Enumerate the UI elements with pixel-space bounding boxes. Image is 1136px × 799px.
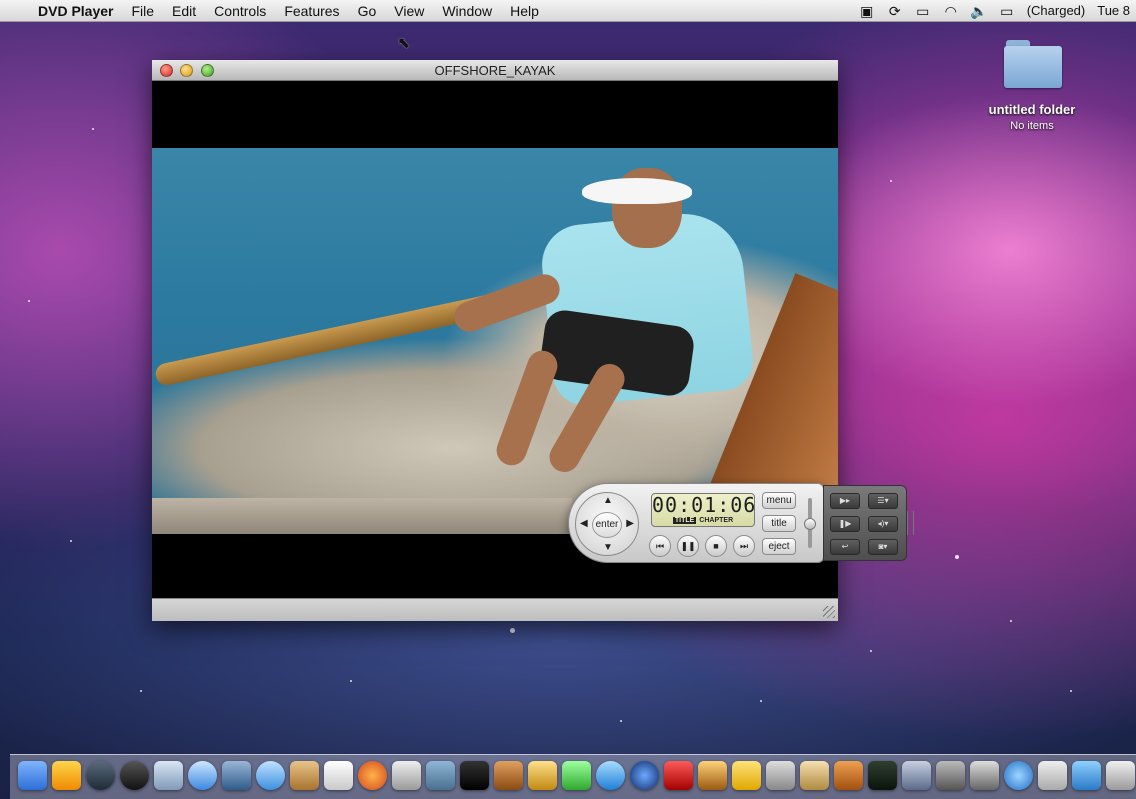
folder-name: untitled folder (988, 102, 1076, 117)
quicktime-icon[interactable] (596, 761, 625, 790)
battery-icon[interactable]: ▭ (993, 0, 1021, 22)
photo-booth-icon[interactable] (800, 761, 829, 790)
ichat-icon[interactable] (562, 761, 591, 790)
clock[interactable]: Tue 8 (1091, 0, 1136, 22)
folder-icon (1002, 40, 1062, 88)
safari-icon[interactable] (188, 761, 217, 790)
linked-app-icon[interactable] (52, 761, 81, 790)
next-chapter-button[interactable]: ⏭ (733, 535, 755, 557)
menu-edit[interactable]: Edit (163, 0, 205, 22)
navigation-pad[interactable]: ▲ ▼ ◀ ▶ enter (575, 492, 639, 556)
time-display[interactable]: 00:01:06 TITLE CHAPTER (651, 493, 755, 527)
google-earth-icon[interactable] (630, 761, 659, 790)
system-utility-icon[interactable] (766, 761, 795, 790)
sync-icon[interactable]: ⟳ (881, 0, 909, 22)
lcd-chapter-label: CHAPTER (699, 517, 734, 524)
window-bottom-bar (152, 598, 838, 621)
activity-monitor-icon[interactable] (868, 761, 897, 790)
menu-file[interactable]: File (122, 0, 163, 22)
return-icon[interactable]: ↩ (830, 539, 860, 555)
video-frame[interactable] (152, 148, 838, 534)
folder-item-count: No items (1010, 120, 1054, 132)
dvd-player-icon[interactable] (1106, 761, 1135, 790)
preview-icon[interactable] (154, 761, 183, 790)
menu-bar: DVD Player File Edit Controls Features G… (0, 0, 1136, 22)
arrow-left-icon[interactable]: ◀ (580, 518, 588, 529)
desktop-folder[interactable]: untitled folder No items (982, 40, 1082, 132)
script-editor-icon[interactable] (902, 761, 931, 790)
display-icon[interactable]: ▭ (909, 0, 937, 22)
camera-angle-icon[interactable]: ◙▾ (868, 539, 898, 555)
firefox-icon[interactable] (358, 761, 387, 790)
audio-track-icon[interactable]: ◂)▾ (868, 516, 898, 532)
internet-explorer-icon[interactable] (1004, 761, 1033, 790)
printer-icon[interactable] (970, 761, 999, 790)
slow-motion-icon[interactable]: ▶▸ (830, 493, 860, 509)
window-title: OFFSHORE_KAYAK (434, 63, 556, 78)
migration-icon[interactable] (1038, 761, 1067, 790)
previous-chapter-button[interactable]: ⏮ (649, 535, 671, 557)
lcd-title-label: TITLE (672, 517, 697, 524)
menu-go[interactable]: Go (349, 0, 386, 22)
window-titlebar[interactable]: OFFSHORE_KAYAK (152, 60, 838, 81)
iphoto-icon[interactable] (426, 761, 455, 790)
battery-status[interactable]: (Charged) (1021, 0, 1092, 22)
step-frame-icon[interactable]: ❚▶ (830, 516, 860, 532)
menu-button[interactable]: menu (762, 492, 796, 509)
mouse-pointer-icon: ⬉ (397, 35, 411, 52)
menu-controls[interactable]: Controls (205, 0, 275, 22)
controller-drawer: ▶▸ ☰▾ ❚▶ ◂)▾ ↩ ◙▾ (823, 485, 907, 561)
address-book-icon[interactable] (290, 761, 319, 790)
imovie-icon[interactable] (460, 761, 489, 790)
close-button[interactable] (160, 64, 173, 77)
arrow-up-icon[interactable]: ▲ (603, 495, 613, 506)
pause-button[interactable]: ❚❚ (677, 535, 699, 557)
controller-body[interactable]: ▲ ▼ ◀ ▶ enter 00:01:06 TITLE CHAPTER ⏮ ❚❚… (568, 483, 824, 563)
arrow-down-icon[interactable]: ▼ (603, 542, 613, 553)
flashcards-icon[interactable] (664, 761, 693, 790)
adium-icon[interactable] (698, 761, 727, 790)
drawer-handle[interactable] (907, 511, 914, 535)
menu-app-name[interactable]: DVD Player (28, 0, 122, 22)
menu-window[interactable]: Window (433, 0, 501, 22)
subtitles-icon[interactable]: ☰▾ (868, 493, 898, 509)
arrow-right-icon[interactable]: ▶ (626, 518, 634, 529)
system-preferences-icon[interactable] (936, 761, 965, 790)
title-button[interactable]: title (762, 515, 796, 532)
volume-slider-knob[interactable] (804, 518, 816, 530)
calculator-icon[interactable] (392, 761, 421, 790)
wifi-icon[interactable]: ◠ (937, 0, 965, 22)
keynote-icon[interactable] (834, 761, 863, 790)
g2-app-icon[interactable] (732, 761, 761, 790)
spaces-icon[interactable]: ▣ (853, 0, 881, 22)
iweb-icon[interactable] (528, 761, 557, 790)
volume-icon[interactable]: 🔈 (965, 0, 993, 22)
textedit-icon[interactable] (324, 761, 353, 790)
minimize-button[interactable] (180, 64, 193, 77)
time-machine-icon[interactable] (86, 761, 115, 790)
resize-grip-icon[interactable] (823, 606, 835, 618)
enter-button[interactable]: enter (592, 512, 622, 538)
eject-button[interactable]: eject (762, 538, 796, 555)
menu-view[interactable]: View (385, 0, 433, 22)
dvd-controller: ▲ ▼ ◀ ▶ enter 00:01:06 TITLE CHAPTER ⏮ ❚❚… (568, 483, 914, 563)
garageband-icon[interactable] (494, 761, 523, 790)
elapsed-time: 00:01:06 (652, 493, 757, 517)
itunes-icon[interactable] (256, 761, 285, 790)
menu-features[interactable]: Features (275, 0, 348, 22)
mail-icon[interactable] (222, 761, 251, 790)
dock (10, 754, 1136, 799)
zoom-button[interactable] (201, 64, 214, 77)
finder-icon[interactable] (18, 761, 47, 790)
graph-app-icon[interactable] (1072, 761, 1101, 790)
menu-help[interactable]: Help (501, 0, 548, 22)
dashboard-icon[interactable] (120, 761, 149, 790)
stop-button[interactable]: ■ (705, 535, 727, 557)
